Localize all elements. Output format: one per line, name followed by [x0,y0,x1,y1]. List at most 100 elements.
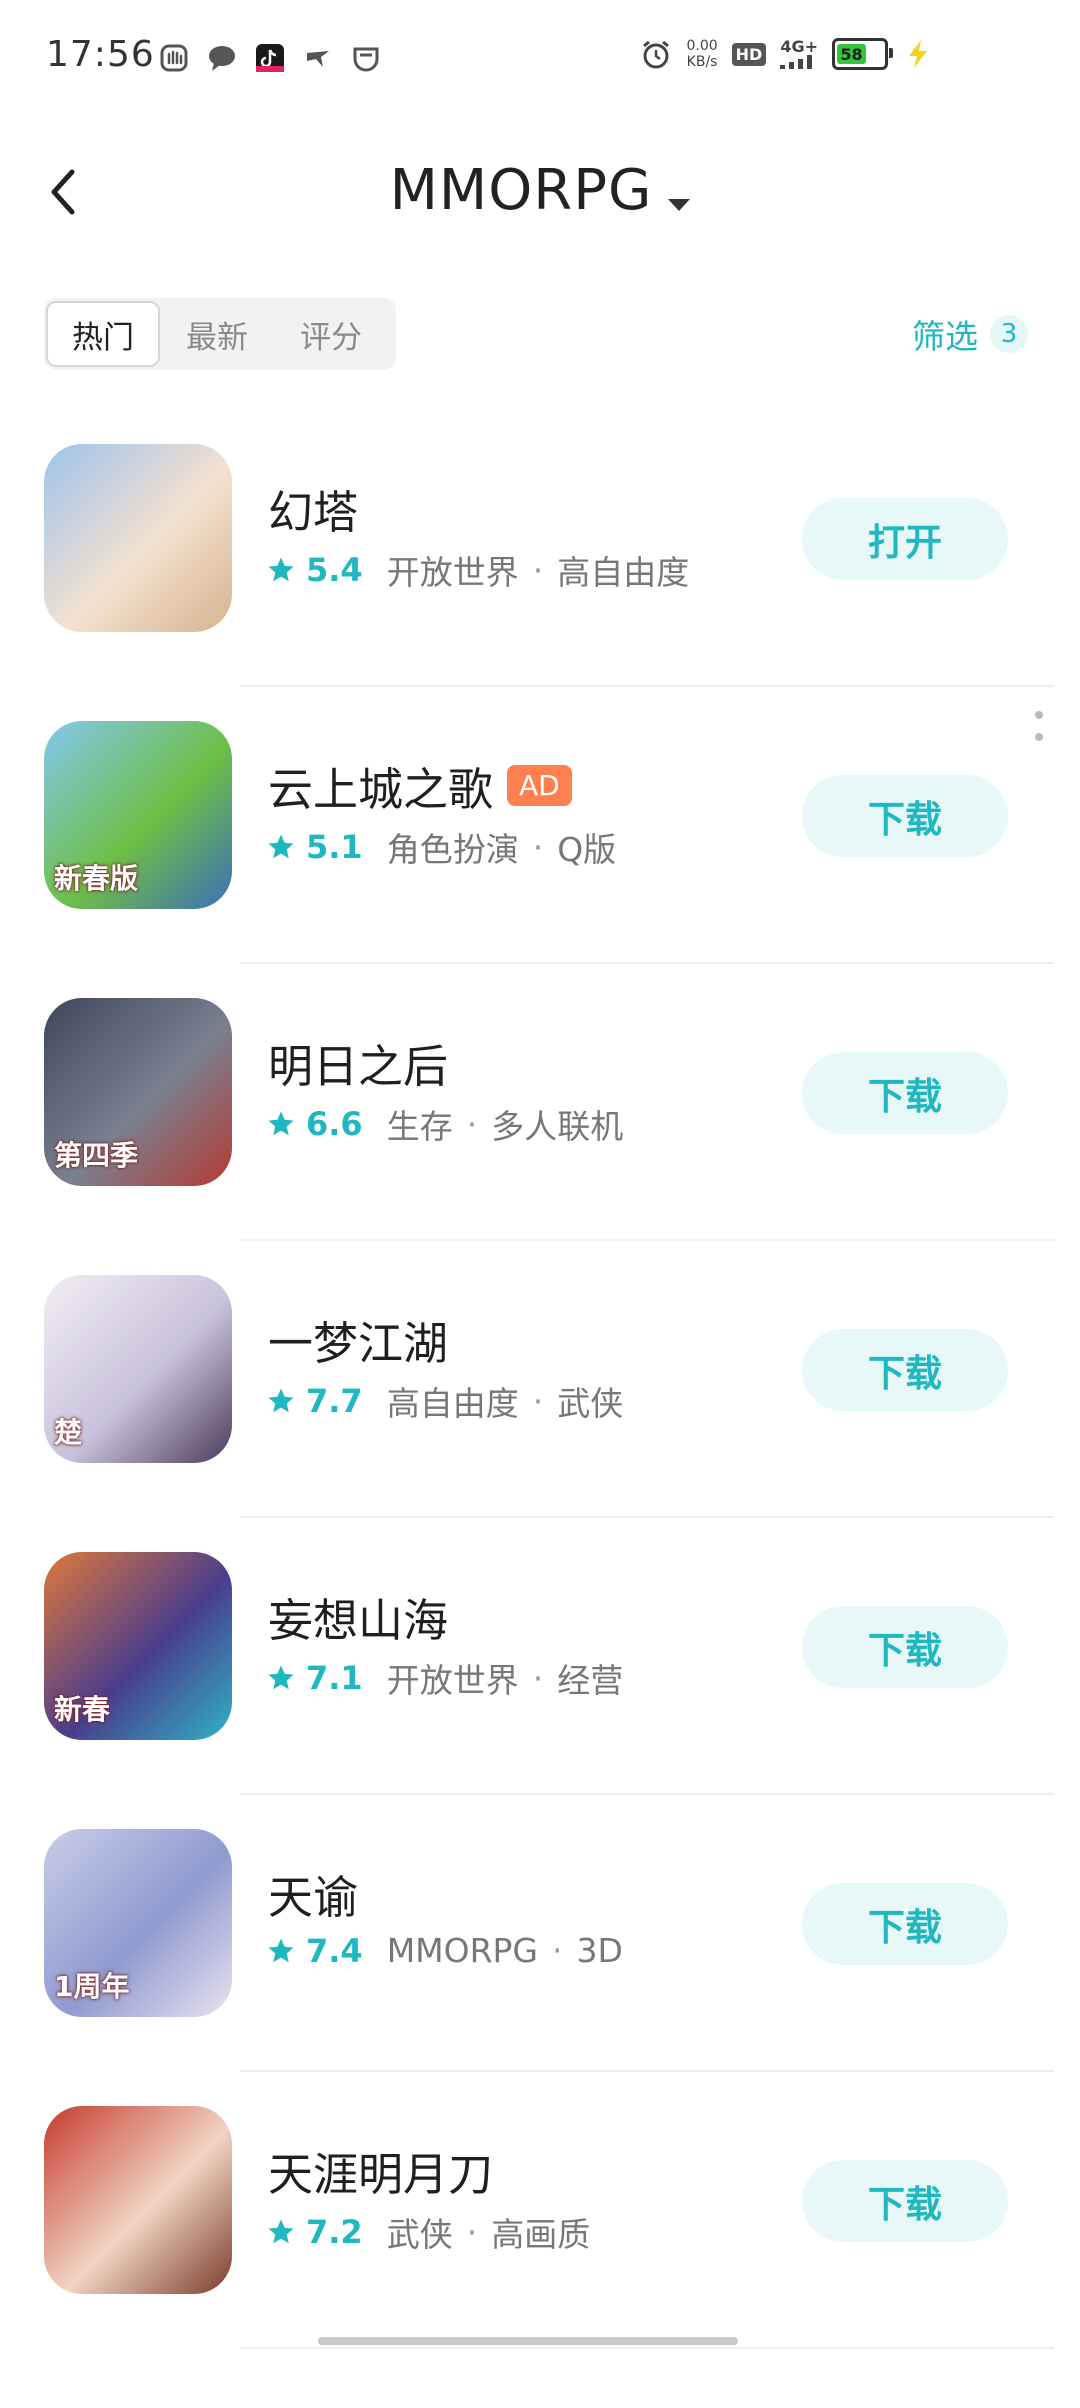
app-name: 一梦江湖 [268,1317,449,1370]
app-name: 明日之后 [268,1040,449,1093]
hand-icon [158,42,190,74]
sort-tabs: 热门 最新 评分 [44,298,396,370]
app-meta: 5.1 角色扮演 · Q版 [266,823,616,871]
row-divider [240,2347,1054,2349]
filter-label: 筛选 [912,317,978,356]
app-tag: Q版 [557,830,617,869]
app-tag: 开放世界 [386,1661,519,1700]
star-icon [268,557,294,582]
tag-separator: · [466,2212,478,2252]
app-icon-image[interactable]: 楚 [44,1275,232,1463]
tab-hot[interactable]: 热门 [46,301,160,367]
tag-separator: · [532,1381,544,1421]
app-icon-image[interactable]: 新春版 [44,721,232,909]
battery-icon: 58 [832,38,893,70]
icon-overlay-text: 1周年 [54,1970,130,2003]
app-list-item[interactable]: 1周年 天谕 7.4 MMORPG · 3D 下载 [0,1795,1080,2072]
app-rating: 5.4 [306,551,363,589]
app-tag: MMORPG [386,1931,539,1970]
network-label: 4G+ [780,37,818,56]
app-name: 幻塔 [268,486,359,539]
filter-button[interactable]: 筛选 3 [912,310,1028,358]
star-icon [268,2219,294,2244]
status-time: 17:56 [46,34,155,75]
star-icon [268,1665,294,1690]
app-meta: 7.2 武侠 · 高画质 [266,2208,590,2256]
tab-rating[interactable]: 评分 [274,301,388,367]
app-meta: 5.4 开放世界 · 高自由度 [266,546,689,594]
app-rating: 7.2 [306,2213,363,2251]
app-icon-image[interactable] [44,2106,232,2294]
app-icon-image[interactable] [44,444,232,632]
tag-separator: · [532,827,544,867]
icon-overlay-text: 楚 [54,1416,83,1449]
app-tag: 开放世界 [386,553,519,592]
app-list-item[interactable]: 天涯明月刀 7.2 武侠 · 高画质 下载 [0,2072,1080,2349]
icon-overlay-text: 新春版 [54,862,139,895]
app-name: 云上城之歌 [268,763,494,816]
drone-icon [302,42,334,74]
tag-separator: · [466,1104,478,1144]
app-meta: 7.1 开放世界 · 经营 [266,1654,623,1702]
icon-overlay-text: 新春 [54,1693,111,1726]
download-button[interactable]: 下载 [802,1606,1008,1688]
app-meta: 6.6 生存 · 多人联机 [266,1100,623,1148]
status-bar: 17:56 0.00 KB/s HD 4G+ 58 [0,0,1080,120]
app-list-item[interactable]: 新春版 云上城之歌 AD 5.1 角色扮演 · Q版 下载 [0,687,1080,964]
download-button[interactable]: 下载 [802,1052,1008,1134]
app-list-item[interactable]: 第四季 明日之后 6.6 生存 · 多人联机 下载 [0,964,1080,1241]
tag-separator: · [552,1931,563,1970]
app-tag: 多人联机 [491,1107,624,1146]
app-tag: 高自由度 [557,553,690,592]
app-tag: 武侠 [386,2215,453,2254]
header: MMORPG [0,130,1080,250]
app-tag: 角色扮演 [386,830,519,869]
signal-bars-icon [780,55,813,69]
star-icon [268,1938,294,1962]
tag-separator: · [532,550,544,590]
home-indicator[interactable] [318,2337,738,2345]
alarm-icon [640,38,672,70]
app-list-item[interactable]: 楚 一梦江湖 7.7 高自由度 · 武侠 下载 [0,1241,1080,1518]
charging-icon [902,38,934,70]
app-name: 天涯明月刀 [268,2148,494,2201]
tiktok-icon [254,42,286,74]
app-tag: 3D [576,1931,623,1970]
star-icon [268,834,294,859]
app-rating: 7.1 [306,1659,363,1697]
open-button[interactable]: 打开 [802,498,1008,580]
app-list-item[interactable]: 幻塔 5.4 开放世界 · 高自由度 打开 [0,410,1080,687]
app-icon-image[interactable]: 新春 [44,1552,232,1740]
app-tag: 高画质 [491,2215,591,2254]
app-list-item[interactable]: 新春 妄想山海 7.1 开放世界 · 经营 下载 [0,1518,1080,1795]
more-options-icon[interactable] [1034,711,1044,741]
app-rating: 7.7 [306,1382,363,1420]
app-rating: 7.4 [306,1931,363,1970]
category-selector[interactable]: MMORPG [0,158,1080,223]
app-tag: 经营 [557,1661,624,1700]
net-speed-unit: KB/s [686,54,718,70]
download-button[interactable]: 下载 [802,2160,1008,2242]
status-notification-icons [158,42,382,74]
chevron-down-icon [668,198,691,211]
app-tag: 武侠 [557,1384,624,1423]
filter-count-badge: 3 [990,315,1028,353]
download-button[interactable]: 下载 [802,775,1008,857]
ad-badge: AD [507,765,572,806]
app-name: 妄想山海 [268,1594,449,1647]
hd-badge: HD [731,42,767,66]
net-speed-value: 0.00 [686,38,718,54]
tag-separator: · [532,1658,544,1698]
app-meta: 7.7 高自由度 · 武侠 [266,1377,623,1425]
app-meta: 7.4 MMORPG · 3D [266,1931,623,1970]
download-button[interactable]: 下载 [802,1329,1008,1411]
tab-latest[interactable]: 最新 [160,301,274,367]
page-title: MMORPG [389,158,653,223]
status-system-icons: 0.00 KB/s HD 4G+ 58 [640,38,934,70]
net-speed: 0.00 KB/s [686,38,717,70]
app-tag: 生存 [386,1107,453,1146]
app-icon-image[interactable]: 1周年 [44,1829,232,2017]
download-button[interactable]: 下载 [802,1883,1008,1965]
app-list: 幻塔 5.4 开放世界 · 高自由度 打开 新春版 云上城之歌 AD 5.1 角… [0,410,1080,2349]
app-icon-image[interactable]: 第四季 [44,998,232,1186]
